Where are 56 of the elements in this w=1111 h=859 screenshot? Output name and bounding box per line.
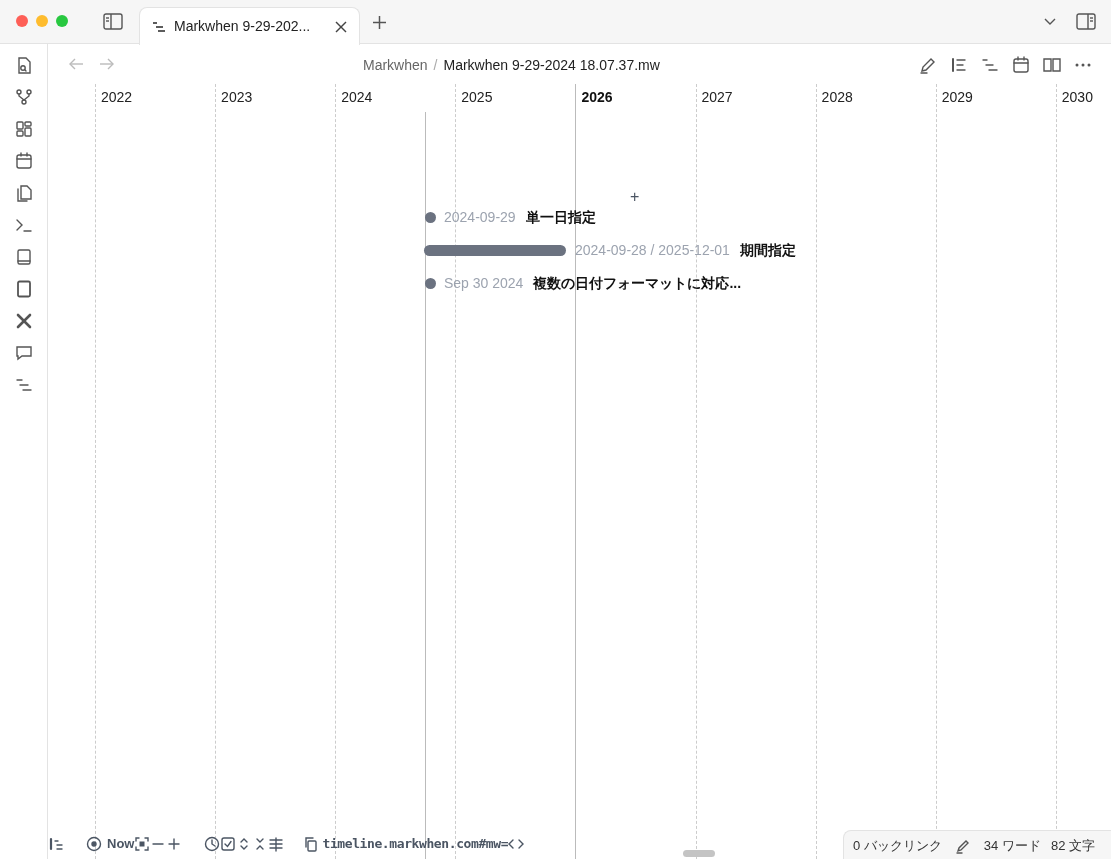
book-icon[interactable] xyxy=(14,248,33,266)
calendar-icon[interactable] xyxy=(14,152,33,170)
grid-icon[interactable] xyxy=(14,120,33,138)
chat-bubble-icon[interactable] xyxy=(14,344,33,362)
pencil-icon[interactable] xyxy=(919,56,937,74)
tab-title: Markwhen 9-29-202... xyxy=(174,17,312,36)
year-label: 2025 xyxy=(461,88,493,107)
sidebar-toggle-icon[interactable] xyxy=(103,13,123,30)
zoom-in-icon[interactable] xyxy=(166,836,183,852)
target-icon xyxy=(86,836,102,852)
checkbox-icon[interactable] xyxy=(220,836,237,852)
tablet-icon[interactable] xyxy=(14,280,33,298)
backlinks-count[interactable]: 0 バックリンク xyxy=(853,835,942,856)
now-button[interactable]: Now xyxy=(86,834,135,854)
event-title[interactable]: 複数の日付フォーマットに対応... xyxy=(533,272,742,294)
scrollbar-thumb[interactable] xyxy=(683,850,715,857)
document-title: Markwhen 9-29-2024 18.07.37.mw xyxy=(443,56,660,75)
timeline-icon xyxy=(152,20,166,33)
timeline-icon[interactable] xyxy=(14,376,33,394)
add-event-button[interactable]: + xyxy=(630,189,640,205)
event-range-bar[interactable] xyxy=(424,244,566,256)
focus-icon[interactable] xyxy=(134,836,151,852)
close-icon[interactable] xyxy=(335,20,347,33)
character-count: 82 文字 xyxy=(1050,836,1095,855)
year-label: 2030 xyxy=(1061,88,1093,107)
calendar-icon[interactable] xyxy=(1012,56,1030,74)
document-tab[interactable]: Markwhen 9-29-202... xyxy=(139,7,360,45)
new-tab-icon[interactable] xyxy=(372,15,387,30)
pencil-icon[interactable] xyxy=(954,837,971,854)
word-count: 34 ワード xyxy=(983,836,1041,855)
event-title[interactable]: 期間指定 xyxy=(739,239,796,261)
year-label: 2028 xyxy=(821,88,853,107)
copy-icon xyxy=(303,836,320,852)
breadcrumb-link[interactable]: Markwhen xyxy=(363,55,428,76)
year-label: 2022 xyxy=(101,88,133,107)
list-icon[interactable] xyxy=(950,56,968,74)
breadcrumb-separator: / xyxy=(433,56,438,75)
clock-icon[interactable] xyxy=(204,836,221,852)
chevron-down-icon[interactable] xyxy=(1044,18,1056,26)
year-label: 2024 xyxy=(341,88,373,107)
year-label: 2029 xyxy=(941,88,973,107)
copy-icon[interactable] xyxy=(14,184,33,202)
year-label: 2027 xyxy=(701,88,733,107)
event-date: Sep 30 2024 xyxy=(444,273,524,293)
event-date: 2024-09-29 xyxy=(444,207,516,227)
close-window-button[interactable] xyxy=(16,15,28,27)
right-sidebar-toggle-icon[interactable] xyxy=(1076,13,1096,30)
open-book-icon[interactable] xyxy=(1043,56,1061,74)
year-label: 2026 xyxy=(581,88,613,107)
copy-link-button[interactable]: timeline.markwhen.com#mw= xyxy=(303,834,509,854)
year-label: 2023 xyxy=(221,88,253,107)
outline-icon[interactable] xyxy=(48,836,64,852)
event-title[interactable]: 単一日指定 xyxy=(525,206,596,228)
align-icon[interactable] xyxy=(268,836,285,852)
graph-icon[interactable] xyxy=(14,88,33,106)
timeline-icon[interactable] xyxy=(981,56,999,74)
